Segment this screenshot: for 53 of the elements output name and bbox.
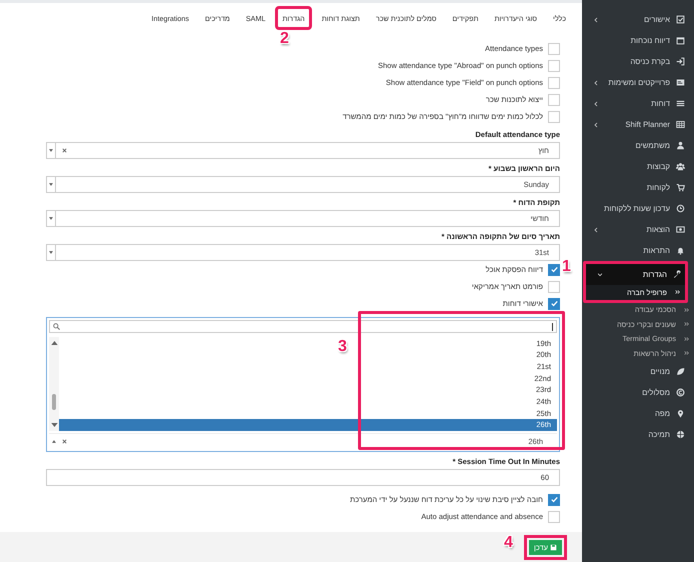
- checkbox[interactable]: [548, 60, 560, 72]
- double-chevron-icon: [675, 290, 680, 294]
- save-icon: [550, 544, 557, 550]
- search-icon: [53, 323, 60, 330]
- search-field[interactable]: [49, 320, 557, 333]
- caret-icon: [47, 177, 56, 192]
- grid-icon: [676, 120, 685, 129]
- scroll-up-icon[interactable]: [50, 341, 58, 345]
- step-number: 2: [280, 30, 289, 48]
- scroll-down-icon[interactable]: [50, 423, 58, 427]
- sign-in-icon: [676, 57, 685, 66]
- step-number: 1: [562, 258, 571, 276]
- checkbox[interactable]: [548, 494, 560, 506]
- money-icon: [676, 225, 685, 234]
- copyright-icon: [676, 388, 685, 396]
- step-number: 4: [504, 534, 513, 552]
- caret-up-icon: [52, 440, 56, 443]
- calendar-icon: [676, 36, 685, 45]
- leaf-icon: [676, 366, 685, 376]
- users-icon: [676, 162, 685, 171]
- caret-icon: [47, 211, 56, 226]
- double-chevron-icon: [684, 336, 689, 341]
- double-chevron-icon: [684, 322, 689, 326]
- clear-icon[interactable]: [62, 148, 67, 153]
- double-chevron-icon: [684, 308, 689, 312]
- scrollbar-thumb[interactable]: [52, 394, 56, 410]
- checkbox[interactable]: [548, 264, 560, 276]
- clear-icon[interactable]: [62, 439, 67, 444]
- map-pin-icon: [676, 408, 685, 418]
- checkmark-icon: [550, 265, 558, 274]
- wrench-icon: [673, 270, 682, 279]
- checkbox[interactable]: [548, 280, 560, 292]
- checkmark-icon: [550, 299, 558, 308]
- clock-icon: [676, 204, 685, 213]
- checkbox[interactable]: [548, 76, 560, 88]
- list-icon: [676, 99, 685, 108]
- caret-icon: [47, 143, 56, 158]
- double-chevron-icon: [684, 351, 689, 356]
- bell-icon: [676, 246, 685, 255]
- user-icon: [676, 141, 685, 150]
- checkbox[interactable]: [548, 298, 560, 310]
- text-cursor-icon: [552, 322, 553, 330]
- cart-icon: [676, 183, 685, 192]
- step-number: 3: [338, 338, 347, 356]
- checkbox[interactable]: [548, 510, 560, 522]
- globe-icon: [676, 430, 685, 438]
- checkbox[interactable]: [548, 94, 560, 106]
- checkbox[interactable]: [548, 110, 560, 122]
- caret-icon: [47, 245, 56, 260]
- checkbox[interactable]: [548, 42, 560, 54]
- panel-icon: [676, 78, 685, 87]
- check-square-icon: [676, 15, 685, 24]
- checkmark-icon: [550, 495, 558, 504]
